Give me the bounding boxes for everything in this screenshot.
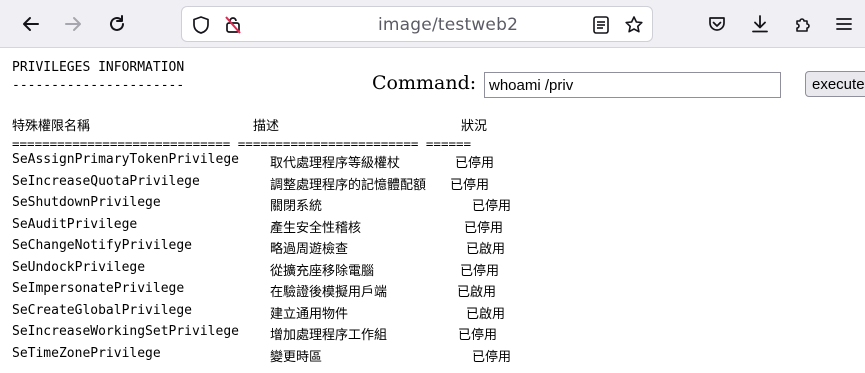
- privilege-status: 已停用: [458, 328, 498, 343]
- bookmark-star-icon[interactable]: [623, 14, 645, 36]
- page-content: PRIVILEGES INFORMATION -----------------…: [0, 48, 865, 373]
- privilege-status: 已停用: [464, 220, 504, 236]
- privilege-description: 關閉系統: [270, 199, 323, 214]
- privilege-name: SeUndockPrivilege: [12, 259, 146, 275]
- table-separator: ============================= ==========…: [12, 136, 472, 151]
- command-input[interactable]: [484, 72, 781, 98]
- privilege-status: 已停用: [472, 199, 512, 214]
- privilege-status: 已停用: [450, 177, 490, 193]
- privilege-description: 在驗證後模擬用戶端: [270, 285, 388, 300]
- privileges-heading: PRIVILEGES INFORMATION: [12, 60, 185, 75]
- privilege-status: 已啟用: [466, 242, 506, 257]
- url-text[interactable]: image/testweb2: [378, 15, 518, 35]
- command-label: Command:: [372, 72, 477, 94]
- browser-toolbar: image/testweb2: [0, 0, 865, 48]
- privilege-description: 調整處理程序的記憶體配額: [270, 177, 427, 193]
- pocket-icon[interactable]: [701, 8, 733, 40]
- privilege-name: SeChangeNotifyPrivilege: [12, 238, 193, 253]
- execute-button[interactable]: execute: [805, 71, 865, 97]
- privilege-status: 已啟用: [457, 285, 497, 300]
- column-header-description: 描述: [253, 119, 280, 134]
- privilege-name: SeIncreaseWorkingSetPrivilege: [12, 324, 239, 339]
- privilege-name: SeShutdownPrivilege: [12, 195, 161, 210]
- privilege-name: SeTimeZonePrivilege: [12, 345, 161, 361]
- privilege-description: 建立通用物件: [270, 306, 349, 322]
- shield-icon[interactable]: [190, 14, 212, 36]
- menu-icon[interactable]: [828, 8, 860, 40]
- privilege-description: 變更時區: [270, 349, 323, 365]
- privilege-description: 增加處理程序工作組: [270, 328, 388, 343]
- privilege-status: 已停用: [455, 156, 495, 171]
- reader-view-icon[interactable]: [590, 14, 612, 36]
- privilege-name: SeCreateGlobalPrivilege: [12, 302, 193, 318]
- privilege-name: SeAuditPrivilege: [12, 216, 138, 232]
- privilege-description: 產生安全性稽核: [270, 220, 362, 236]
- privilege-description: 略過周遊檢查: [270, 242, 349, 257]
- extensions-icon[interactable]: [787, 8, 819, 40]
- privilege-name: SeIncreaseQuotaPrivilege: [12, 173, 200, 189]
- no-permission-icon[interactable]: [222, 14, 244, 36]
- privilege-status: 已啟用: [466, 306, 506, 322]
- forward-icon[interactable]: [57, 8, 89, 40]
- privilege-description: 取代處理程序等級權杖: [270, 156, 401, 171]
- download-icon[interactable]: [744, 8, 776, 40]
- heading-underline: ----------------------: [12, 78, 185, 93]
- back-icon[interactable]: [15, 8, 47, 40]
- column-header-name: 特殊權限名稱: [12, 119, 91, 134]
- privilege-name: SeImpersonatePrivilege: [12, 281, 185, 296]
- privilege-status: 已停用: [472, 349, 512, 365]
- privilege-status: 已停用: [460, 263, 500, 279]
- url-bar[interactable]: image/testweb2: [181, 6, 653, 42]
- privilege-name: SeAssignPrimaryTokenPrivilege: [12, 152, 239, 167]
- reload-icon[interactable]: [101, 8, 133, 40]
- column-header-status: 狀況: [461, 119, 488, 134]
- privilege-description: 從擴充座移除電腦: [270, 263, 375, 279]
